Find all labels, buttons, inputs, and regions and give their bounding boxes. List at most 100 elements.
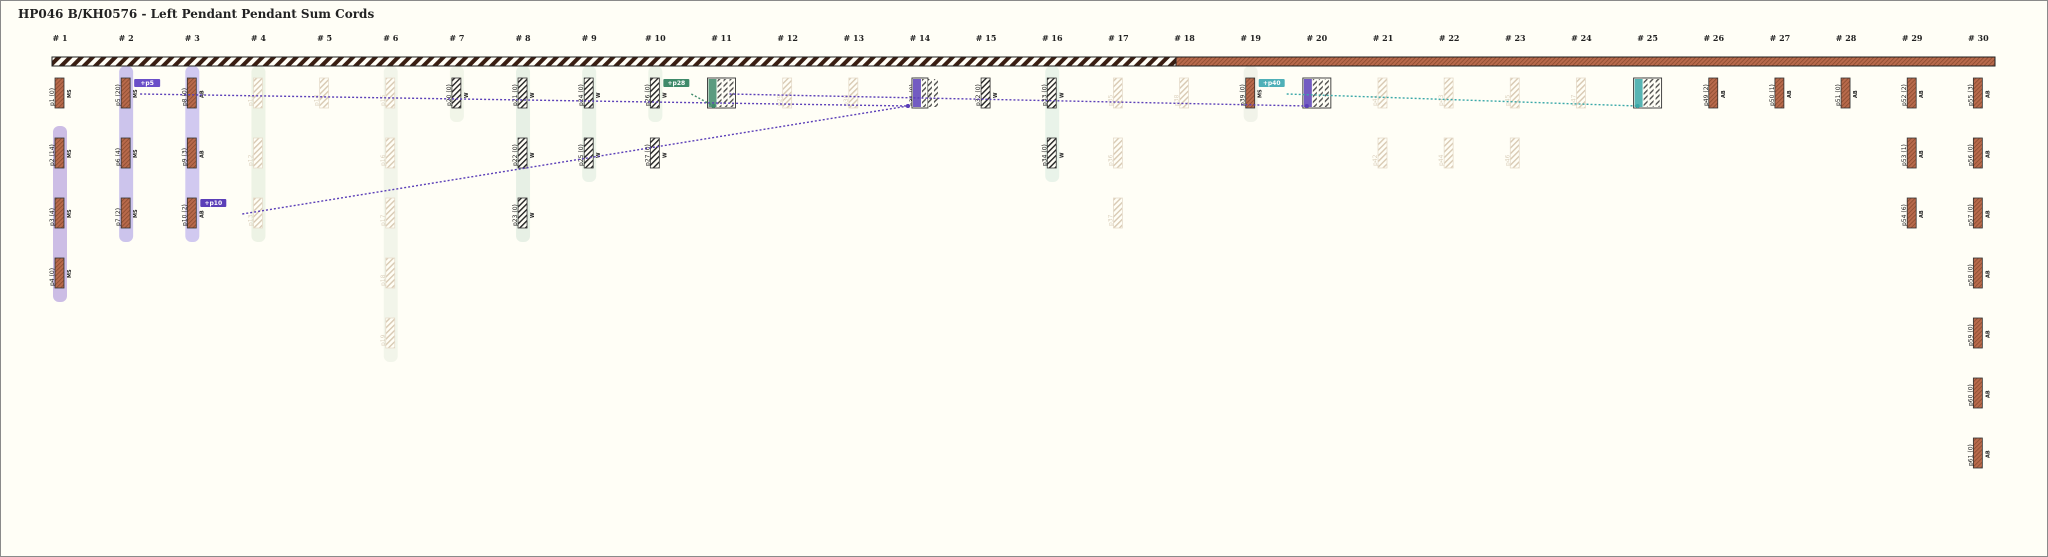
pendant-tag: W (993, 92, 999, 98)
pendant-cord[interactable]: p58 (0) AB (1967, 257, 1991, 289)
pendant-label: p24 (0) (578, 84, 585, 106)
pendant-cord[interactable]: p16 (380, 137, 396, 169)
pendant-cord[interactable]: p12 (247, 137, 263, 169)
pendant-tag: AB (1919, 90, 1925, 98)
pendant-tag: AB (1985, 270, 1991, 278)
pendant-label: p10 (2) (181, 204, 188, 226)
sum-label-box[interactable]: +p5 (134, 79, 161, 87)
pendant-cord[interactable]: p35 (1107, 77, 1123, 109)
sum-pendant-block[interactable] (1633, 77, 1663, 109)
pendant-cord[interactable]: p17 (380, 197, 396, 229)
pendant-tag: AB (1721, 90, 1727, 98)
pendant-cord[interactable]: p22 (0) W (512, 137, 536, 169)
pendant-tag: W (530, 92, 536, 98)
pendant-cord[interactable]: p8 (0) AB (181, 77, 205, 109)
pendant-tag: W (530, 152, 536, 158)
sum-label-box[interactable]: +p28 (663, 79, 690, 87)
pendant-cord[interactable]: p19 (380, 317, 396, 349)
pendant-cord[interactable]: p2 (14) MS (49, 137, 73, 169)
pendant-cord[interactable]: p55 (3) AB (1967, 77, 1991, 109)
pendant-tag: AB (1919, 150, 1925, 158)
sum-label-text: +p10 (204, 200, 222, 207)
pendant-label: p61 (0) (1967, 444, 1974, 466)
pendant-cord[interactable]: p32 (0) W (975, 77, 999, 109)
pendant-label: p34 (0) (1041, 144, 1048, 166)
pendant-cord[interactable]: p18 (380, 257, 396, 289)
primary-cord-solid (1175, 56, 1996, 67)
sum-pendant-block[interactable] (911, 77, 938, 109)
pendant-cord[interactable]: p43 (1438, 77, 1454, 109)
pendant-label: p12 (247, 154, 254, 166)
pendant-cord[interactable]: p41 (1372, 77, 1388, 109)
pendant-cord[interactable]: p6 (4) MS (115, 137, 139, 169)
pendant-cord[interactable]: p50 (1) AB (1769, 77, 1793, 109)
pendant-label: p7 (2) (115, 208, 122, 226)
pendant-cord[interactable]: p11 (247, 77, 263, 109)
pendant-label: p57 (0) (1967, 204, 1974, 226)
pendant-label: p54 (6) (1901, 204, 1908, 226)
pendant-cord[interactable]: p23 (0) W (512, 197, 536, 229)
sum-label-box[interactable]: +p10 (200, 199, 227, 207)
pendant-cord[interactable]: p45 (1504, 77, 1520, 109)
pendant-cord[interactable]: p60 (0) AB (1967, 377, 1991, 409)
pendant-label: p3 (4) (49, 208, 56, 226)
pendant-cord[interactable]: p44 (1438, 137, 1454, 169)
pendant-label: p18 (380, 274, 387, 286)
sum-link-endpoint (905, 104, 910, 108)
pendant-tag: W (1059, 92, 1065, 98)
pendant-tag: AB (1985, 390, 1991, 398)
pendant-cord[interactable]: p7 (2) MS (115, 197, 139, 229)
pendant-label: p49 (2) (1703, 84, 1710, 106)
pendant-cord[interactable]: p14 (314, 77, 330, 109)
pendant-cord[interactable]: p3 (4) MS (49, 197, 73, 229)
pendant-cord[interactable]: p37 (1107, 197, 1123, 229)
sum-link-endpoint (711, 104, 716, 108)
sum-label-text: +p28 (668, 80, 686, 87)
pendant-label: p46 (1504, 154, 1511, 166)
pendant-cord[interactable]: p30 (843, 77, 859, 109)
pendant-cord[interactable]: p53 (1) AB (1901, 137, 1925, 169)
pendant-label: p42 (1372, 154, 1379, 166)
pendant-tag: AB (1985, 330, 1991, 338)
pendant-cord[interactable]: p57 (0) AB (1967, 197, 1991, 229)
pendant-tag: W (596, 152, 602, 158)
pendant-cord[interactable]: p4 (0) MS (49, 257, 73, 289)
pendant-tag: MS (133, 209, 139, 218)
pendant-label: p6 (4) (115, 148, 122, 166)
pendant-tag: MS (67, 89, 73, 98)
sum-pendant-block[interactable] (1302, 77, 1332, 109)
pendant-cord[interactable]: p49 (2) AB (1703, 77, 1727, 109)
pendant-cord[interactable]: p27 (0) W (644, 137, 668, 169)
pendant-cord[interactable]: p9 (3) AB (181, 137, 205, 169)
pendant-cord[interactable]: p1 (0) MS (49, 77, 73, 109)
pendant-cord[interactable]: p54 (6) AB (1901, 197, 1925, 229)
pendant-label: p59 (0) (1967, 324, 1974, 346)
pendant-cord[interactable]: p25 (0) W (578, 137, 602, 169)
pendant-label: p43 (1438, 94, 1445, 106)
pendant-cord[interactable]: p52 (2) AB (1901, 77, 1925, 109)
pendant-cord[interactable]: p56 (0) AB (1967, 137, 1991, 169)
pendant-cord[interactable]: p21 (0) W (512, 77, 536, 109)
sum-link-endpoint (1635, 104, 1640, 108)
pendant-cord[interactable]: p51 (0) AB (1835, 77, 1859, 109)
pendant-cord[interactable]: p20 (0) W (446, 77, 470, 109)
pendant-cord[interactable]: p34 (0) W (1041, 137, 1065, 169)
pendant-cord[interactable]: p61 (0) AB (1967, 437, 1991, 469)
pendant-cord[interactable]: p33 (0) W (1041, 77, 1065, 109)
pendant-label: p2 (14) (49, 144, 56, 166)
pendant-cord[interactable]: p15 (380, 77, 396, 109)
pendant-label: p19 (380, 334, 387, 346)
pendant-cord[interactable]: p42 (1372, 137, 1388, 169)
pendant-cord[interactable]: p36 (1107, 137, 1123, 169)
pendant-tag: AB (1985, 150, 1991, 158)
pendant-cord[interactable]: p13 (247, 197, 263, 229)
pendant-label: p15 (380, 94, 387, 106)
pendant-tag: MS (133, 89, 139, 98)
pendant-label: p39 (0) (1240, 84, 1247, 106)
pendant-label: p41 (1372, 94, 1379, 106)
pendant-cord[interactable]: p59 (0) AB (1967, 317, 1991, 349)
sum-label-box[interactable]: +p40 (1258, 79, 1285, 87)
pendant-label: p16 (380, 154, 387, 166)
pendant-cord[interactable]: p24 (0) W (578, 77, 602, 109)
pendant-cord[interactable]: p46 (1504, 137, 1520, 169)
